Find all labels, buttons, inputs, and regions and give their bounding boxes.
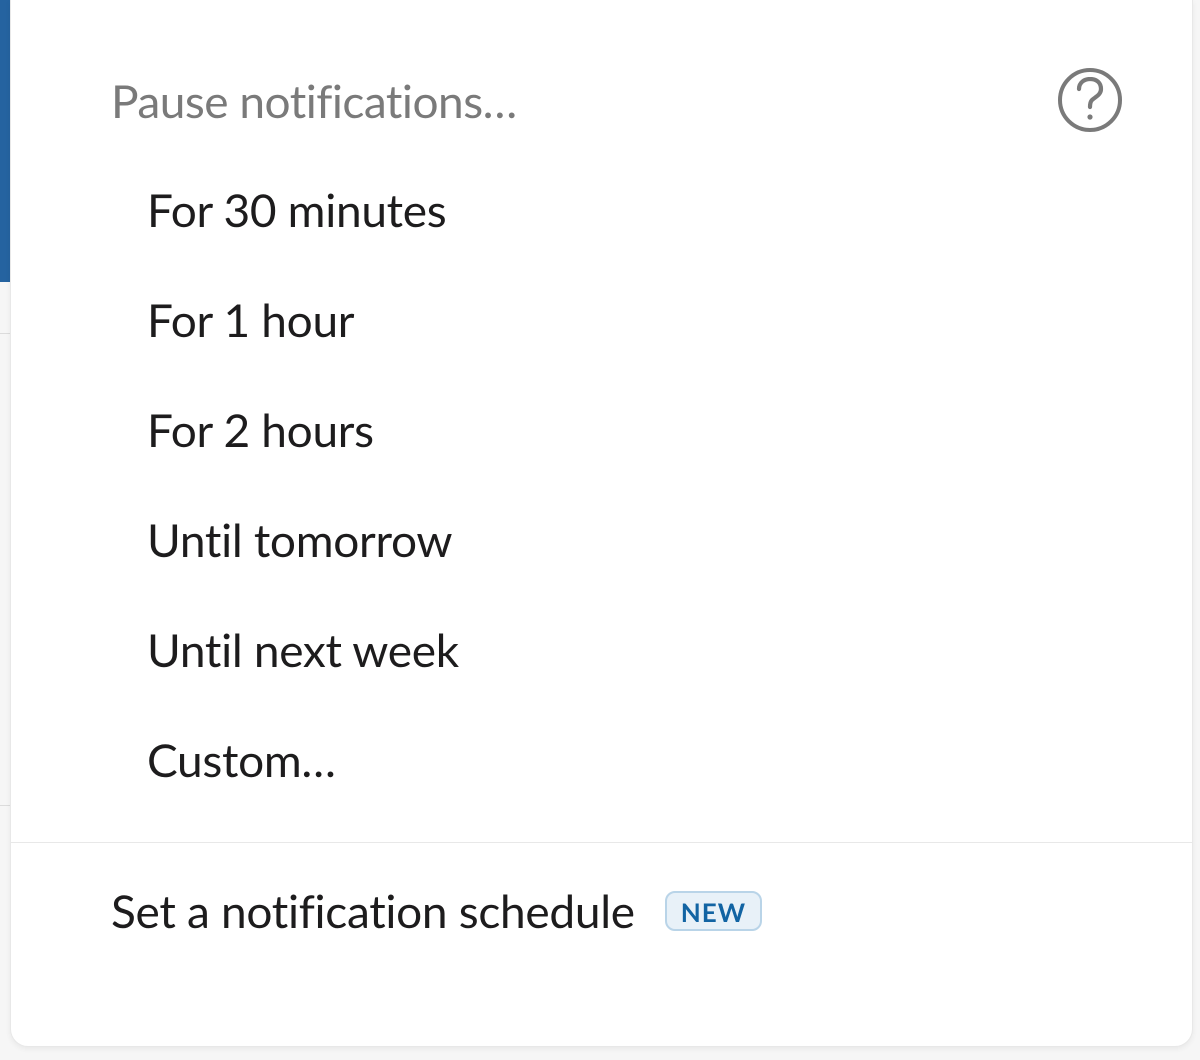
pause-until-tomorrow[interactable]: Until tomorrow: [11, 484, 1192, 594]
menu-item-label: For 2 hours: [147, 402, 374, 457]
menu-item-label: Custom…: [147, 732, 336, 787]
menu-item-label: For 30 minutes: [147, 182, 446, 237]
menu-item-label: Until tomorrow: [147, 512, 452, 567]
menu-header: Pause notifications…: [11, 56, 1192, 144]
pause-30-minutes[interactable]: For 30 minutes: [11, 154, 1192, 264]
menu-items: For 30 minutes For 1 hour For 2 hours Un…: [11, 144, 1192, 814]
help-icon: [1075, 77, 1105, 124]
pause-notifications-menu: Pause notifications… For 30 minutes For …: [10, 0, 1193, 1047]
pause-until-next-week[interactable]: Until next week: [11, 594, 1192, 704]
help-button[interactable]: [1058, 68, 1122, 132]
set-notification-schedule[interactable]: Set a notification schedule NEW: [11, 843, 1192, 938]
pause-2-hours[interactable]: For 2 hours: [11, 374, 1192, 484]
footer-label: Set a notification schedule: [111, 883, 635, 938]
menu-title: Pause notifications…: [111, 73, 517, 128]
menu-item-label: Until next week: [147, 622, 459, 677]
pause-1-hour[interactable]: For 1 hour: [11, 264, 1192, 374]
new-badge: NEW: [665, 891, 762, 931]
notifications-menu-panel: Pause notifications… For 30 minutes For …: [0, 0, 1200, 1060]
menu-item-label: For 1 hour: [147, 292, 354, 347]
pause-custom[interactable]: Custom…: [11, 704, 1192, 814]
